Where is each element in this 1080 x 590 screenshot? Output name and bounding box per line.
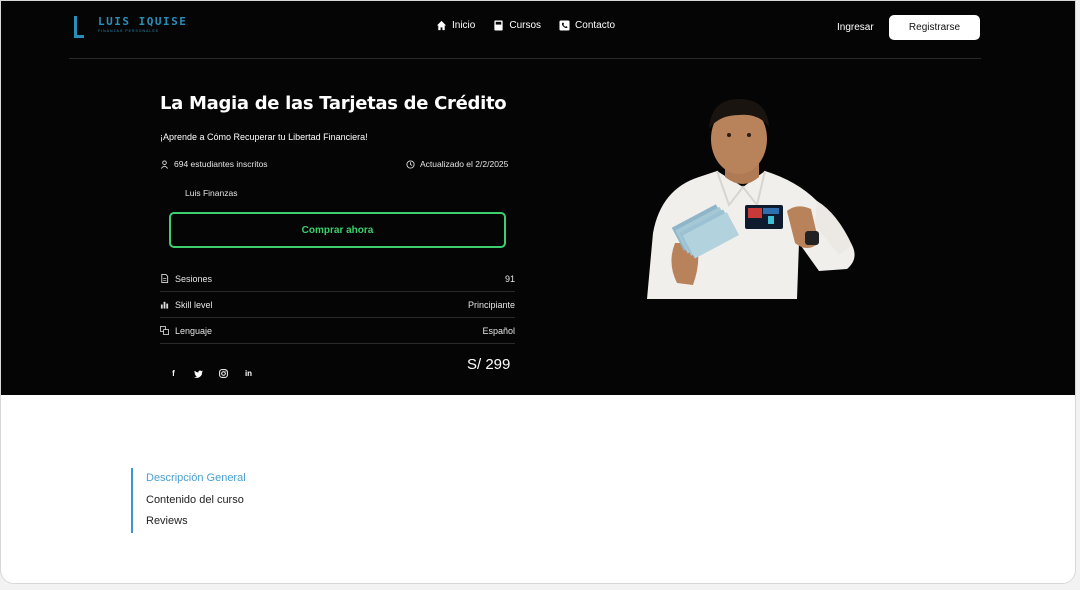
- nav-link-cursos[interactable]: Cursos: [493, 20, 541, 31]
- login-link[interactable]: Ingresar: [837, 22, 874, 33]
- user-icon: [160, 159, 169, 169]
- brand-logo[interactable]: LUIS IQUISE FINANZAS PERSONALES: [72, 16, 187, 40]
- facebook-icon[interactable]: f: [168, 368, 179, 379]
- language-icon: [160, 326, 169, 335]
- spec-label: Skill level: [175, 299, 213, 310]
- linkedin-icon[interactable]: in: [243, 368, 254, 379]
- spec-row-sessions: Sesiones 91: [160, 266, 515, 292]
- updated-date: Actualizado el 2/2/2025: [406, 159, 508, 169]
- tab-contenido-del-curso[interactable]: Contenido del curso: [133, 490, 246, 512]
- home-icon: [436, 20, 447, 31]
- buy-now-button[interactable]: Comprar ahora: [169, 212, 506, 248]
- course-title: La Magia de las Tarjetas de Crédito: [160, 93, 507, 114]
- clock-icon: [406, 159, 415, 169]
- logo-text: LUIS IQUISE FINANZAS PERSONALES: [98, 16, 187, 34]
- spec-label: Lenguaje: [175, 325, 213, 336]
- course-author[interactable]: Luis Finanzas: [185, 188, 237, 198]
- students-count: 694 estudiantes inscritos: [160, 159, 268, 169]
- course-price: S/ 299: [467, 356, 511, 373]
- top-navbar: LUIS IQUISE FINANZAS PERSONALES Inicio C…: [69, 1, 981, 59]
- brand-tagline: FINANZAS PERSONALES: [98, 29, 160, 33]
- spec-row-language: Lenguaje Español: [160, 318, 515, 344]
- spec-label-wrap: Sesiones: [160, 274, 212, 284]
- spec-value: Español: [482, 325, 515, 336]
- spec-row-skill: Skill level Principiante: [160, 292, 515, 318]
- spec-label-wrap: Skill level: [160, 300, 213, 310]
- tab-descripcion-general[interactable]: Descripción General: [133, 468, 246, 490]
- nav-link-label: Cursos: [509, 20, 542, 31]
- register-button[interactable]: Registrarse: [889, 15, 980, 40]
- phone-icon: [559, 20, 570, 31]
- spec-value: 91: [504, 273, 515, 284]
- logo-mark-icon: [72, 16, 84, 40]
- updated-label: Actualizado el 2/2/2025: [420, 159, 509, 169]
- bar-chart-icon: [160, 301, 169, 309]
- tab-reviews[interactable]: Reviews: [133, 511, 246, 533]
- nav-link-label: Contacto: [575, 20, 616, 31]
- course-hero: LUIS IQUISE FINANZAS PERSONALES Inicio C…: [1, 1, 1075, 395]
- social-links: f in: [168, 368, 254, 379]
- document-icon: [161, 274, 169, 283]
- book-icon: [494, 20, 503, 31]
- spec-label-wrap: Lenguaje: [160, 326, 212, 336]
- nav-link-contacto[interactable]: Contacto: [559, 20, 615, 31]
- nav-link-inicio[interactable]: Inicio: [436, 20, 475, 31]
- instagram-icon[interactable]: [218, 368, 229, 379]
- nav-link-label: Inicio: [452, 20, 476, 31]
- course-subtitle: ¡Aprende a Cómo Recuperar tu Libertad Fi…: [160, 132, 368, 142]
- course-tabs: Descripción General Contenido del curso …: [131, 468, 246, 533]
- students-label: 694 estudiantes inscritos: [174, 159, 268, 169]
- twitter-icon[interactable]: [193, 368, 204, 379]
- course-specs: Sesiones 91 Skill level Principiante Len…: [160, 266, 515, 344]
- nav-links: Inicio Cursos Contacto: [436, 20, 615, 31]
- spec-label: Sesiones: [175, 273, 213, 284]
- spec-value: Principiante: [467, 299, 515, 310]
- brand-name: LUIS IQUISE: [98, 15, 188, 28]
- browser-frame: LUIS IQUISE FINANZAS PERSONALES Inicio C…: [0, 0, 1076, 584]
- instructor-photo: [647, 99, 855, 299]
